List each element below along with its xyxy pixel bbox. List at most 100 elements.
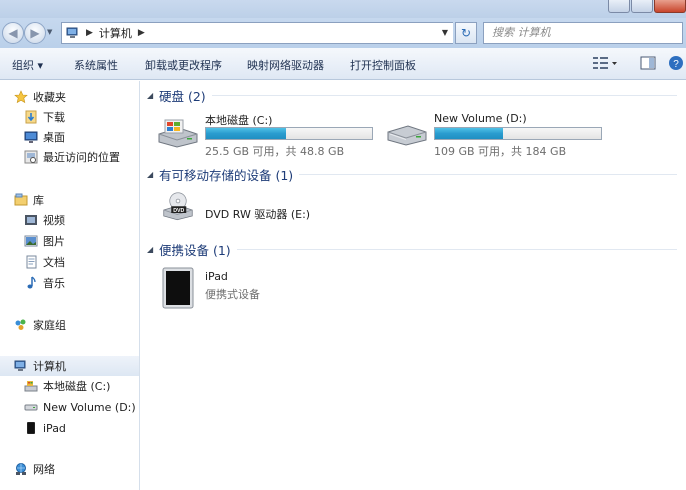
sidebar-item-label: 最近访问的位置: [43, 151, 120, 164]
dvd-label: DVD: [173, 208, 184, 214]
forward-button[interactable]: ▶: [24, 22, 46, 44]
map-network-drive-button[interactable]: 映射网络驱动器: [247, 57, 324, 73]
address-dropdown-icon[interactable]: ▼: [437, 22, 453, 44]
documents-icon: [24, 255, 38, 269]
group-title: 硬盘 (2): [159, 88, 206, 104]
sidebar-item-videos[interactable]: 视频: [24, 210, 65, 230]
music-icon: [24, 276, 38, 290]
search-input[interactable]: 搜索 计算机: [483, 22, 683, 44]
change-view-icon[interactable]: [592, 55, 618, 73]
sidebar-favorites[interactable]: 收藏夹: [14, 87, 66, 107]
sidebar-item-drive-c[interactable]: 本地磁盘 (C:): [24, 376, 110, 396]
network-icon: [14, 462, 28, 476]
drive-usage-bar: [434, 127, 602, 140]
sidebar-item-label: 桌面: [43, 131, 65, 144]
download-folder-icon: [24, 110, 38, 124]
collapse-triangle-icon[interactable]: ◢: [147, 91, 159, 100]
open-control-panel-button[interactable]: 打开控制面板: [350, 57, 416, 73]
collapse-triangle-icon[interactable]: ◢: [147, 245, 159, 254]
sidebar-computer[interactable]: 计算机: [0, 356, 139, 376]
drive-name: New Volume (D:): [434, 112, 527, 125]
collapse-triangle-icon[interactable]: ◢: [147, 170, 159, 179]
back-button[interactable]: ◀: [2, 22, 24, 44]
close-button[interactable]: [654, 0, 686, 13]
drive-icon: [387, 125, 427, 146]
sidebar-network[interactable]: 网络: [14, 459, 55, 479]
sidebar-item-drive-d[interactable]: New Volume (D:): [24, 397, 136, 417]
help-icon[interactable]: ?: [668, 55, 684, 73]
group-divider: [299, 173, 677, 175]
sidebar-item-ipad[interactable]: iPad: [24, 418, 66, 438]
window-controls: [608, 0, 686, 14]
sidebar-libraries[interactable]: 库: [14, 190, 44, 210]
sidebar-item-recent-places[interactable]: 最近访问的位置: [24, 147, 120, 167]
minimize-button[interactable]: [608, 0, 630, 13]
system-drive-icon: [158, 119, 198, 148]
sidebar-computer-label: 计算机: [33, 360, 66, 373]
sidebar-item-label: 本地磁盘 (C:): [43, 380, 111, 393]
ipad-tile[interactable]: iPad 便携式设备: [157, 267, 387, 311]
recent-places-icon: [24, 150, 38, 164]
drive-free-space: 25.5 GB 可用，共 48.8 GB: [205, 145, 345, 158]
preview-pane-icon[interactable]: [640, 55, 656, 73]
refresh-button[interactable]: ↻: [455, 22, 477, 44]
sidebar-item-label: 音乐: [43, 277, 65, 290]
sidebar-item-documents[interactable]: 文档: [24, 252, 65, 272]
star-icon: [14, 90, 28, 104]
drive-usage-fill: [435, 128, 504, 139]
group-header-portable[interactable]: ◢ 便携设备 (1): [147, 240, 677, 258]
uninstall-program-button[interactable]: 卸载或更改程序: [145, 57, 222, 73]
desktop-icon: [24, 130, 38, 144]
address-row: ◀ ▶ ▼ ▶ 计算机 ▶ ▼ ↻ 搜索 计算机: [0, 18, 686, 48]
computer-icon: [14, 359, 28, 373]
title-bar: [0, 0, 686, 18]
maximize-button[interactable]: [631, 0, 653, 13]
sidebar-homegroup-label: 家庭组: [33, 319, 66, 332]
sidebar-item-pictures[interactable]: 图片: [24, 231, 65, 251]
sidebar-homegroup[interactable]: 家庭组: [14, 315, 66, 335]
breadcrumb-arrow-icon[interactable]: ▶: [138, 28, 145, 38]
sidebar-item-label: New Volume (D:): [43, 400, 136, 414]
system-properties-button[interactable]: 系统属性: [74, 57, 118, 73]
sidebar-favorites-label: 收藏夹: [33, 91, 66, 104]
sidebar-item-music[interactable]: 音乐: [24, 273, 65, 293]
sidebar-item-downloads[interactable]: 下载: [24, 107, 65, 127]
address-bar[interactable]: ▶ 计算机 ▶: [61, 22, 453, 44]
dvd-drive-icon: DVD: [163, 192, 193, 221]
system-drive-icon: [24, 379, 38, 393]
library-icon: [14, 193, 28, 207]
sidebar-item-desktop[interactable]: 桌面: [24, 127, 65, 147]
group-divider: [211, 94, 677, 96]
dvd-drive-tile[interactable]: DVD DVD RW 驱动器 (E:): [157, 192, 387, 236]
sidebar-item-label: 文档: [43, 256, 65, 269]
drive-icon: [24, 400, 38, 414]
group-title: 有可移动存储的设备 (1): [159, 167, 294, 183]
sidebar-item-label: iPad: [43, 421, 66, 435]
drive-d-tile[interactable]: New Volume (D:) 109 GB 可用，共 184 GB: [386, 112, 616, 158]
drive-usage-fill: [206, 128, 286, 139]
breadcrumb-computer[interactable]: 计算机: [99, 25, 132, 41]
homegroup-icon: [14, 318, 28, 332]
svg-text:?: ?: [673, 59, 679, 70]
breadcrumb-separator-icon: ▶: [86, 28, 93, 38]
ipad-name: iPad: [205, 270, 228, 283]
organize-button[interactable]: 组织 ▾: [12, 57, 43, 73]
tablet-icon: [24, 421, 38, 435]
ipad-subtitle: 便携式设备: [205, 288, 260, 301]
group-header-removable[interactable]: ◢ 有可移动存储的设备 (1): [147, 165, 677, 183]
tablet-icon: [162, 267, 194, 309]
sidebar-libraries-label: 库: [33, 194, 44, 207]
navigation-pane: 收藏夹 下载 桌面 最近访问的位置 库 视频 图片 文档 音乐 家庭组 计算机 …: [0, 81, 140, 490]
drive-c-tile[interactable]: 本地磁盘 (C:) 25.5 GB 可用，共 48.8 GB: [157, 112, 387, 158]
sidebar-item-label: 视频: [43, 214, 65, 227]
dvd-drive-name: DVD RW 驱动器 (E:): [205, 208, 311, 221]
drive-usage-bar: [205, 127, 373, 140]
computer-icon: [66, 26, 80, 40]
video-icon: [24, 213, 38, 227]
sidebar-network-label: 网络: [33, 463, 55, 476]
recent-pages-dropdown[interactable]: ▼: [47, 28, 57, 38]
group-title: 便携设备 (1): [159, 242, 231, 258]
drive-name: 本地磁盘 (C:): [205, 114, 273, 127]
content-area: ◢ 硬盘 (2) 本地磁盘 (C:) 25.5 GB 可用，共 48.8 GB …: [141, 81, 686, 490]
group-header-hard-disks[interactable]: ◢ 硬盘 (2): [147, 86, 677, 104]
